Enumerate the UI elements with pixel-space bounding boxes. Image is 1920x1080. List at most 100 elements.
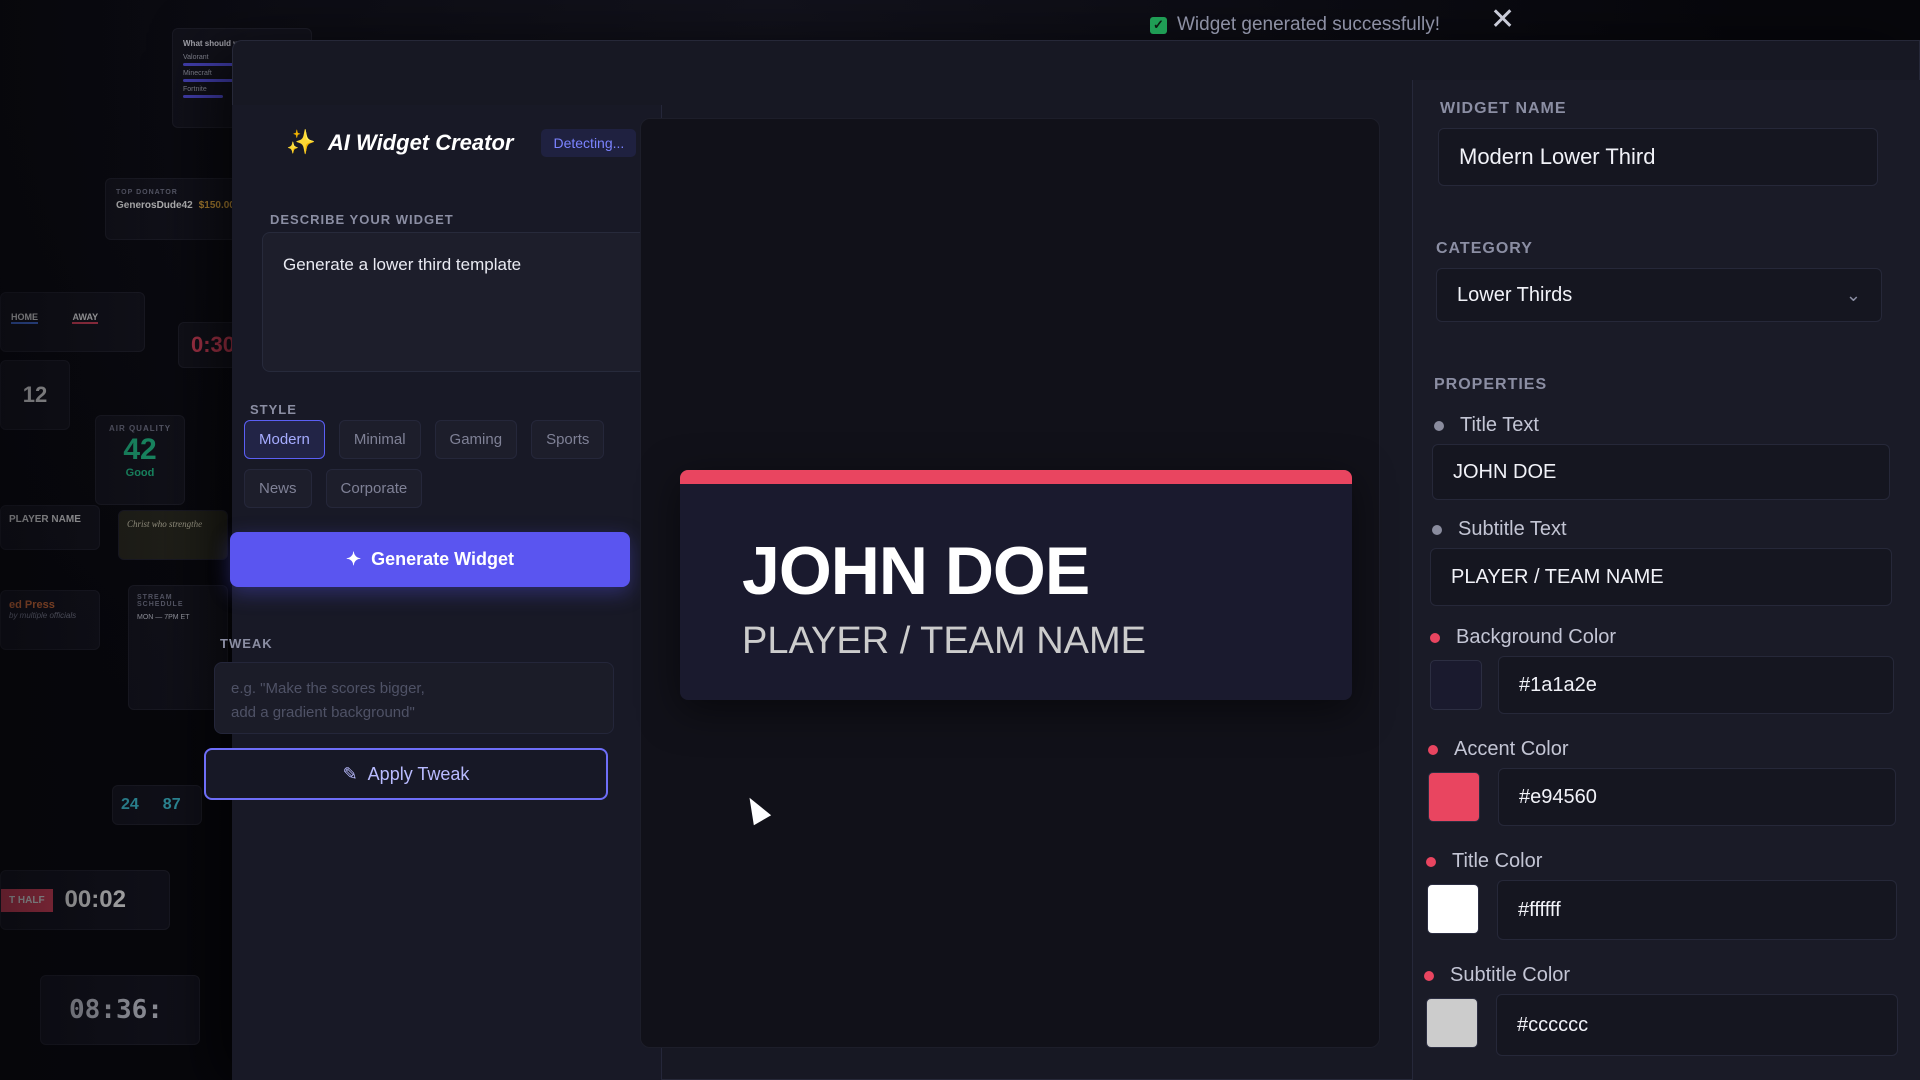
style-chip-news[interactable]: News xyxy=(244,469,312,508)
generate-widget-button[interactable]: ✦ Generate Widget xyxy=(230,532,630,587)
chevron-down-icon: ⌄ xyxy=(1845,284,1861,305)
properties-label: PROPERTIES xyxy=(1434,376,1548,393)
level-card: 12 xyxy=(0,360,70,430)
top-donator-label: TOP DONATOR xyxy=(116,189,178,196)
property-value: #1a1a2e xyxy=(1519,673,1597,696)
describe-label: DESCRIBE YOUR WIDGET xyxy=(270,212,454,227)
subtitle-text-input[interactable]: PLAYER / TEAM NAME xyxy=(1430,548,1892,606)
close-icon[interactable]: ✕ xyxy=(1490,2,1515,37)
status-dot xyxy=(1432,524,1442,535)
subtitle-color-swatch[interactable] xyxy=(1426,998,1478,1048)
lower-third-subtitle: PLAYER / TEAM NAME xyxy=(742,620,1147,662)
lower-third-accent-bar xyxy=(680,470,1352,484)
game-timer: 00:02 xyxy=(64,886,126,913)
category-select[interactable]: Lower Thirds ⌄ xyxy=(1436,268,1882,322)
widget-name-input[interactable]: Modern Lower Third xyxy=(1438,128,1878,186)
property-value: JOHN DOE xyxy=(1453,460,1557,483)
property-label: Title Text xyxy=(1460,414,1539,436)
app-title: AI Widget Creator xyxy=(327,129,514,155)
score-home-label: HOME xyxy=(11,312,38,324)
stage: What should we play next? Valorant Minec… xyxy=(0,0,1920,1080)
property-value: #ffffff xyxy=(1518,898,1561,921)
describe-text: Generate a lower third template xyxy=(283,255,522,274)
style-chip-modern[interactable]: Modern xyxy=(244,420,325,459)
sparkle-icon: ✦ xyxy=(346,549,362,569)
status-dot xyxy=(1426,856,1436,867)
score-away-label: AWAY xyxy=(72,312,99,324)
style-chip-gaming[interactable]: Gaming xyxy=(434,420,518,459)
sparkle-icon: ✨ xyxy=(286,129,316,156)
category-value: Lower Thirds xyxy=(1457,283,1573,306)
property-value: #e94560 xyxy=(1519,785,1597,808)
half-label: T HALF xyxy=(1,888,53,912)
pencil-icon: ✎ xyxy=(342,763,358,784)
tweak-placeholder-line2: add a gradient background" xyxy=(231,704,415,721)
subtitle-color-input[interactable]: #cccccc xyxy=(1496,994,1898,1056)
schedule-label: STREAM SCHEDULE xyxy=(137,594,184,608)
widget-name-label: WIDGET NAME xyxy=(1440,100,1567,117)
property-value: PLAYER / TEAM NAME xyxy=(1451,565,1664,588)
property-label: Background Color xyxy=(1456,626,1617,648)
background-color-label: Background Color xyxy=(1430,626,1616,649)
status-dot xyxy=(1428,744,1438,755)
status-dot xyxy=(1430,632,1440,643)
stat-b: 87 xyxy=(162,796,181,813)
clock-text: 08:36: xyxy=(69,995,163,1025)
lower-third-title: JOHN DOE xyxy=(742,533,1090,609)
player-name-card: PLAYER NAME xyxy=(0,505,100,550)
stats-card: 24 87 xyxy=(112,785,202,825)
apply-tweak-label: Apply Tweak xyxy=(367,763,470,784)
title-color-swatch[interactable] xyxy=(1427,884,1479,934)
air-quality-value: 42 xyxy=(123,433,157,466)
air-quality-label: AIR QUALITY xyxy=(108,424,172,433)
status-dot xyxy=(1434,420,1444,431)
clock-card: 08:36: xyxy=(40,975,200,1045)
style-chip-sports[interactable]: Sports xyxy=(531,420,605,459)
subtitle-color-label: Subtitle Color xyxy=(1424,964,1570,987)
top-donator-card: TOP DONATOR GenerosDude42 $150.00 xyxy=(105,178,245,240)
status-dot xyxy=(1424,970,1434,981)
title-text-input[interactable]: JOHN DOE xyxy=(1432,444,1890,500)
alert-card: ed Press by multiple officials xyxy=(0,590,100,650)
tweak-input[interactable]: e.g. "Make the scores bigger, add a grad… xyxy=(214,662,614,734)
widget-name-value: Modern Lower Third xyxy=(1459,144,1656,169)
accent-color-label: Accent Color xyxy=(1428,738,1569,761)
generate-widget-label: Generate Widget xyxy=(371,549,514,569)
player-name-label: PLAYER NAME xyxy=(9,514,81,525)
background-color-input[interactable]: #1a1a2e xyxy=(1498,656,1894,714)
top-donator-amount: $150.00 xyxy=(198,200,235,211)
scoreboard-card: HOME AWAY xyxy=(0,292,145,352)
alert-subtext: by multiple officials xyxy=(9,611,77,620)
schedule-item: MON — 7PM ET xyxy=(137,614,190,621)
poll-bar xyxy=(183,95,223,98)
quote-card: Christ who strengthe xyxy=(118,510,228,560)
style-chip-minimal[interactable]: Minimal xyxy=(338,420,421,459)
style-options: Modern Minimal Gaming Sports News Corpor… xyxy=(244,420,664,508)
background-color-swatch[interactable] xyxy=(1430,660,1482,710)
countdown-text: 0:30 xyxy=(190,332,236,357)
schedule-card: STREAM SCHEDULE MON — 7PM ET xyxy=(128,585,228,710)
title-color-input[interactable]: #ffffff xyxy=(1497,880,1897,940)
style-chip-corporate[interactable]: Corporate xyxy=(325,469,423,508)
success-toast: ✓ Widget generated successfully! xyxy=(1150,14,1440,36)
title-color-label: Title Color xyxy=(1426,850,1542,873)
accent-color-swatch[interactable] xyxy=(1428,772,1480,822)
game-timer-card: T HALF 00:02 xyxy=(0,870,170,930)
describe-textarea[interactable]: Generate a lower third template xyxy=(262,232,652,372)
title-text-label: Title Text xyxy=(1434,414,1539,437)
toast-text: Widget generated successfully! xyxy=(1177,14,1440,35)
apply-tweak-button[interactable]: ✎ Apply Tweak xyxy=(204,748,608,800)
stat-a: 24 xyxy=(121,796,139,813)
accent-color-input[interactable]: #e94560 xyxy=(1498,768,1896,826)
detecting-badge: Detecting... xyxy=(541,128,637,157)
property-label: Subtitle Text xyxy=(1458,518,1567,540)
property-label: Subtitle Color xyxy=(1450,964,1571,986)
property-value: #cccccc xyxy=(1517,1013,1589,1036)
air-quality-card: AIR QUALITY 42 Good xyxy=(95,415,185,505)
level-number: 12 xyxy=(22,382,48,407)
check-icon: ✓ xyxy=(1150,16,1167,34)
property-label: Title Color xyxy=(1452,850,1543,872)
subtitle-text-label: Subtitle Text xyxy=(1432,518,1567,541)
alert-text: ed Press xyxy=(9,599,55,611)
lower-third-preview: JOHN DOE PLAYER / TEAM NAME xyxy=(680,470,1352,700)
